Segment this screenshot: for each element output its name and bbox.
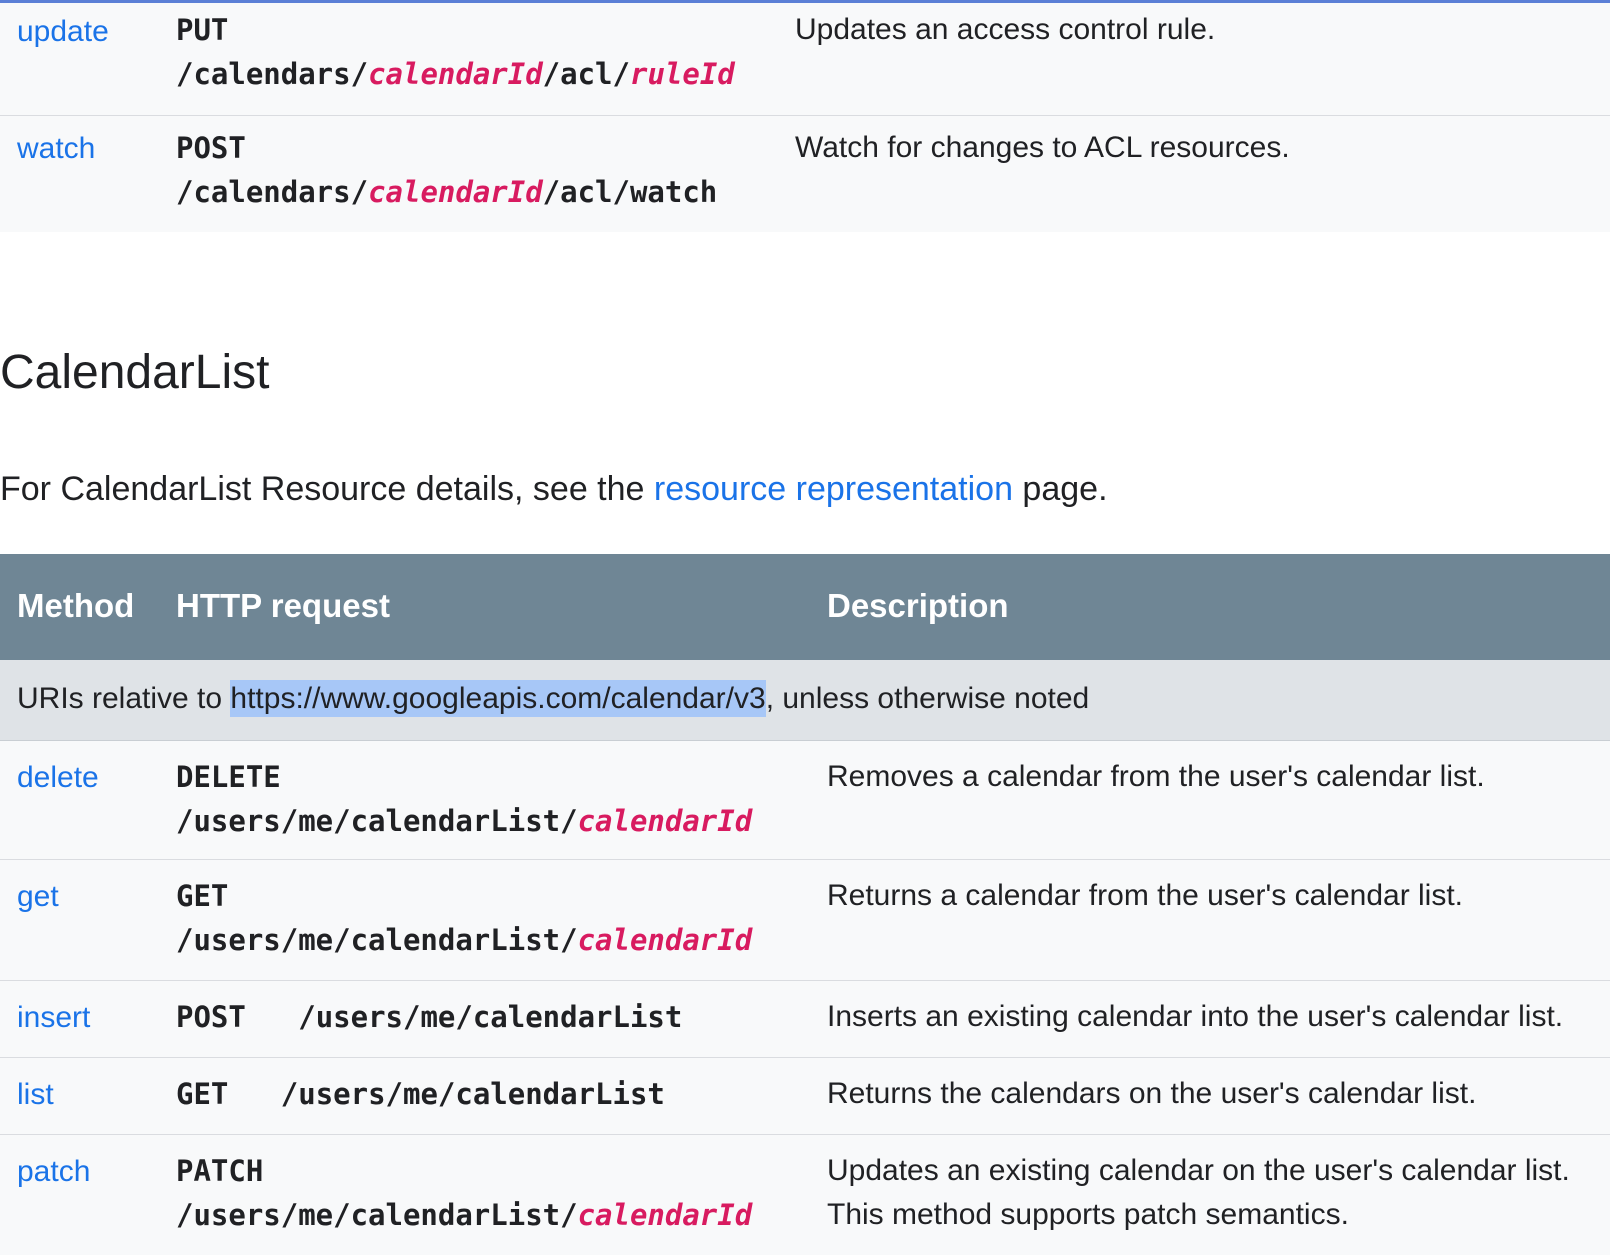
http-verb: PUT	[176, 13, 229, 47]
method-link-delete[interactable]: delete	[17, 761, 99, 795]
table-row: get GET /users/me/calendarList/calendarI…	[0, 860, 1610, 981]
path-segment: /users/me/calendarList/	[176, 1198, 578, 1232]
method-description: Returns the calendars on the user's cale…	[827, 1077, 1477, 1110]
path-segment: /acl/	[542, 57, 630, 91]
method-description: Updates an access control rule.	[795, 13, 1216, 46]
method-link-watch[interactable]: watch	[17, 132, 95, 166]
uri-note-row: URIs relative to https://www.googleapis.…	[0, 660, 1610, 741]
table-row: patch PATCH /users/me/calendarList/calen…	[0, 1135, 1610, 1255]
request-path: /users/me/calendarList	[281, 1077, 665, 1111]
http-verb: POST	[176, 131, 246, 165]
method-link-update[interactable]: update	[17, 15, 109, 49]
path-parameter: calendarId	[577, 1198, 753, 1232]
intro-text-end: page.	[1012, 470, 1108, 508]
method-description: Updates an existing calendar on the user…	[827, 1154, 1570, 1231]
path-segment: /users/me/calendarList/	[176, 804, 578, 838]
request-path: /users/me/calendarList/calendarId	[176, 1193, 752, 1237]
http-request: DELETE /users/me/calendarList/calendarId	[176, 755, 752, 843]
section-heading: CalendarList	[0, 346, 270, 399]
header-method: Method	[17, 587, 135, 624]
request-path: /users/me/calendarList/calendarId	[176, 918, 752, 962]
http-request: PATCH /users/me/calendarList/calendarId	[176, 1149, 752, 1237]
method-link-insert[interactable]: insert	[17, 1001, 90, 1035]
path-parameter: calendarId	[577, 804, 753, 838]
method-link-get[interactable]: get	[17, 880, 59, 914]
request-path: /users/me/calendarList/calendarId	[176, 799, 752, 843]
method-link-list[interactable]: list	[17, 1078, 54, 1112]
resource-representation-link[interactable]: resource representation	[654, 470, 1013, 508]
method-link-patch[interactable]: patch	[17, 1155, 90, 1189]
method-description: Removes a calendar from the user's calen…	[827, 760, 1485, 793]
request-path: /calendars/calendarId/acl/ruleId	[176, 52, 735, 96]
table-row: insert POST /users/me/calendarList Inser…	[0, 981, 1610, 1058]
path-parameter: calendarId	[368, 57, 543, 91]
section-intro: For CalendarList Resource details, see t…	[0, 470, 1108, 509]
method-description: Returns a calendar from the user's calen…	[827, 879, 1464, 912]
http-verb: GET	[176, 1077, 229, 1111]
uri-note-suffix: , unless otherwise noted	[765, 682, 1090, 715]
method-description: Inserts an existing calendar into the us…	[827, 1000, 1564, 1033]
acl-methods-table: update PUT /calendars/calendarId/acl/rul…	[0, 3, 1610, 232]
intro-text: For CalendarList Resource details, see t…	[0, 470, 654, 508]
table-row: watch POST /calendars/calendarId/acl/wat…	[0, 116, 1610, 232]
http-verb: GET	[176, 879, 229, 913]
http-request: PUT /calendars/calendarId/acl/ruleId	[176, 8, 735, 96]
request-path: /calendars/calendarId/acl/watch	[176, 170, 717, 214]
header-http-request: HTTP request	[176, 587, 390, 624]
calendarlist-methods-table: Method HTTP request Description URIs rel…	[0, 554, 1610, 1255]
http-request: POST /users/me/calendarList	[176, 995, 682, 1039]
table-row: delete DELETE /users/me/calendarList/cal…	[0, 741, 1610, 860]
table-row: list GET /users/me/calendarList Returns …	[0, 1058, 1610, 1135]
http-verb: DELETE	[176, 760, 281, 794]
request-path: /users/me/calendarList	[298, 1000, 682, 1034]
header-description: Description	[827, 587, 1009, 624]
base-uri-selected-text[interactable]: https://www.googleapis.com/calendar/v3	[230, 680, 766, 717]
path-parameter: ruleId	[629, 57, 735, 91]
http-verb: PATCH	[176, 1154, 264, 1188]
uri-note-prefix: URIs relative to	[17, 682, 231, 715]
path-segment: /acl/watch	[542, 175, 718, 209]
table-row: update PUT /calendars/calendarId/acl/rul…	[0, 3, 1610, 116]
path-segment: /calendars/	[176, 175, 369, 209]
path-segment: /users/me/calendarList	[280, 1077, 665, 1111]
path-parameter: calendarId	[368, 175, 543, 209]
table-header: Method HTTP request Description	[0, 554, 1610, 660]
method-description: Watch for changes to ACL resources.	[795, 131, 1290, 164]
path-segment: /calendars/	[176, 57, 369, 91]
http-request: POST /calendars/calendarId/acl/watch	[176, 126, 717, 214]
http-request: GET /users/me/calendarList	[176, 1072, 665, 1116]
path-segment: /users/me/calendarList/	[176, 923, 578, 957]
http-request: GET /users/me/calendarList/calendarId	[176, 874, 752, 962]
path-segment: /users/me/calendarList	[298, 1000, 683, 1034]
path-parameter: calendarId	[577, 923, 753, 957]
http-verb: POST	[176, 1000, 246, 1034]
